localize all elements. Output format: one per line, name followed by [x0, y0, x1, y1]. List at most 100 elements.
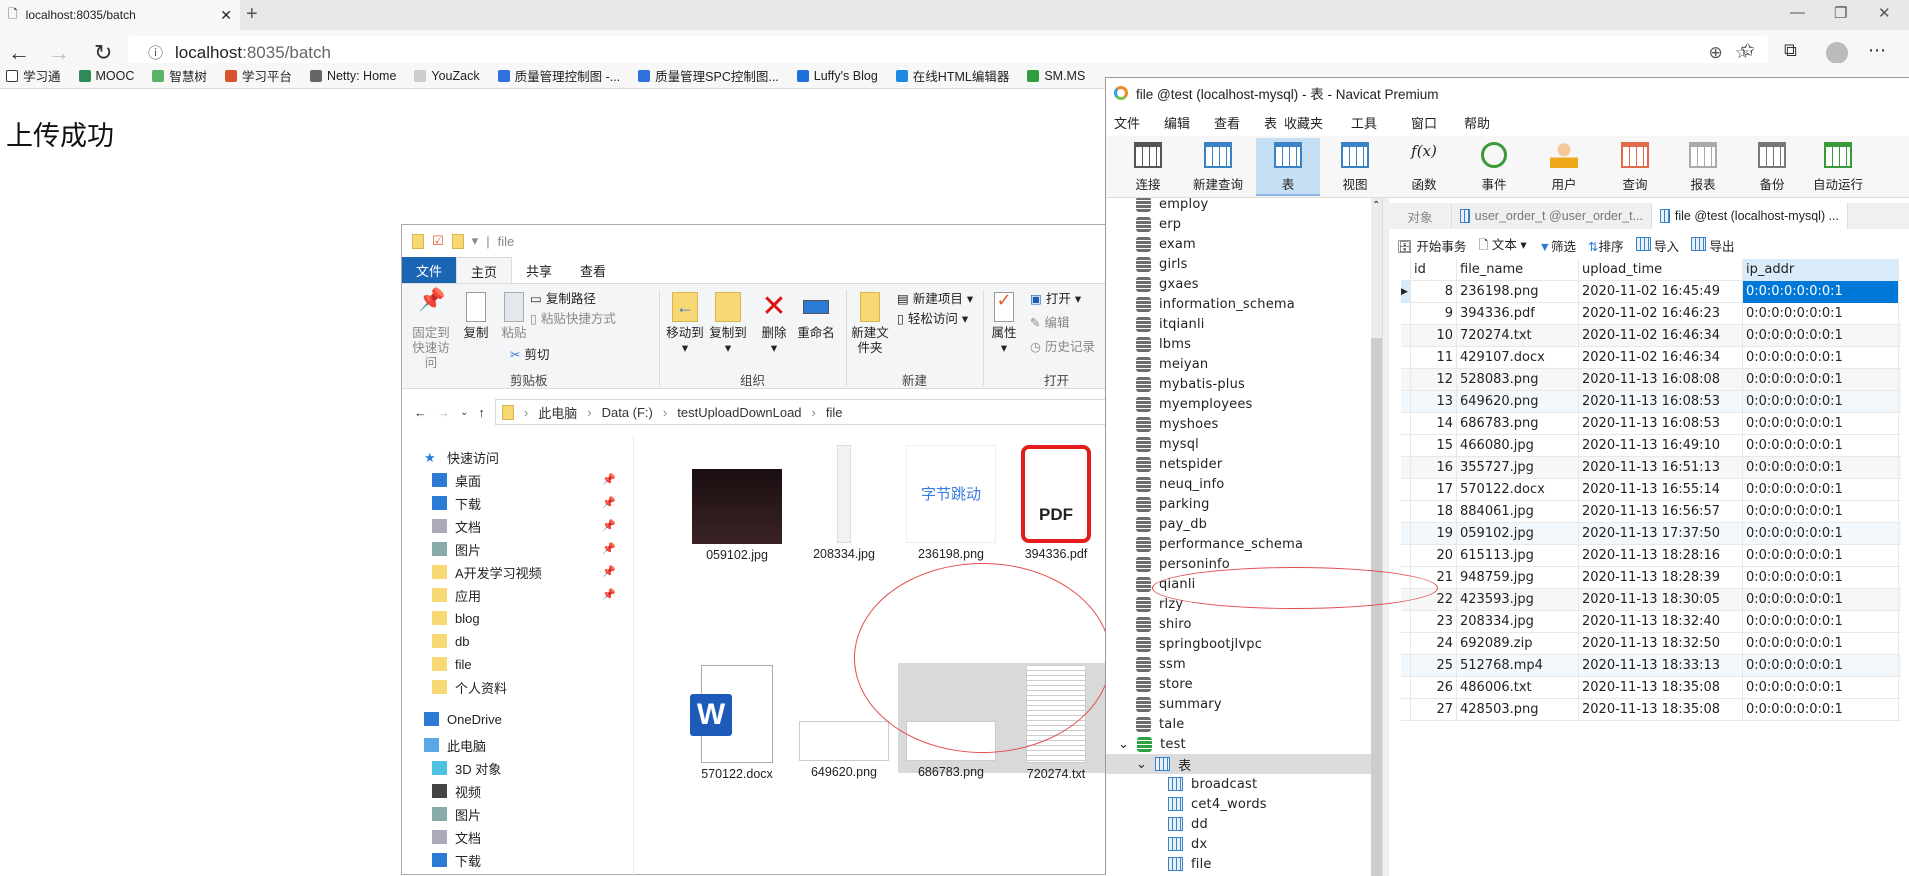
- begin-transaction-button[interactable]: 🗄 开始事务: [1397, 236, 1466, 255]
- zoom-icon[interactable]: ⊕: [1709, 43, 1723, 63]
- cell-id[interactable]: 19: [1411, 522, 1457, 545]
- cell-file_name[interactable]: 236198.png: [1457, 280, 1579, 303]
- column-header-id[interactable]: id: [1411, 258, 1457, 281]
- nav-item-db[interactable]: db: [432, 631, 469, 651]
- tree-table-cet4_words[interactable]: cet4_words: [1168, 794, 1267, 814]
- toolbar-function-button[interactable]: f(x) 函数: [1392, 138, 1456, 196]
- cell-id[interactable]: 25: [1411, 654, 1457, 677]
- cell-upload_time[interactable]: 2020-11-13 17:37:50: [1579, 522, 1743, 545]
- toolbar-user-button[interactable]: 用户: [1532, 138, 1596, 196]
- bookmark-item[interactable]: YouZack: [414, 69, 480, 83]
- table-row[interactable]: 19 059102.jpg 2020-11-13 17:37:50 0:0:0:0:0…: [1401, 522, 1901, 545]
- cell-upload_time[interactable]: 2020-11-02 16:46:23: [1579, 302, 1743, 325]
- properties-button[interactable]: ✓ 属性 ▾: [988, 291, 1020, 356]
- cell-id[interactable]: 27: [1411, 698, 1457, 721]
- tree-database-girls[interactable]: girls: [1136, 254, 1188, 274]
- table-row[interactable]: 20 615113.jpg 2020-11-13 18:28:16 0:0:0:0:0…: [1401, 544, 1901, 567]
- cell-file_name[interactable]: 649620.png: [1457, 390, 1579, 413]
- tree-database-lbms[interactable]: lbms: [1136, 334, 1191, 354]
- bookmark-item[interactable]: MOOC: [78, 69, 134, 83]
- minimize-icon[interactable]: —: [1790, 4, 1805, 21]
- nav-item-blog[interactable]: blog: [432, 608, 480, 628]
- menu-帮助[interactable]: 帮助: [1464, 113, 1490, 132]
- tab-file-table[interactable]: file @test (localhost-mysql) ...: [1652, 203, 1848, 229]
- nav-item-OneDrive[interactable]: OneDrive: [424, 709, 502, 729]
- close-tab-icon[interactable]: ✕: [220, 7, 232, 24]
- nav-item-应用[interactable]: 应用: [432, 585, 481, 605]
- cell-ip_addr[interactable]: 0:0:0:0:0:0:0:1: [1743, 368, 1899, 391]
- import-button[interactable]: 导入: [1635, 236, 1679, 255]
- paste-shortcut-button[interactable]: ▯ 粘贴快捷方式: [530, 312, 616, 327]
- history-button[interactable]: ◷ 历史记录: [1030, 340, 1095, 355]
- bookmark-item[interactable]: 在线HTML编辑器: [895, 66, 1009, 85]
- bookmark-item[interactable]: SM.MS: [1027, 69, 1085, 83]
- cell-id[interactable]: 9: [1411, 302, 1457, 325]
- table-row[interactable]: 27 428503.png 2020-11-13 18:35:08 0:0:0:0:0…: [1401, 698, 1901, 721]
- cell-file_name[interactable]: 720274.txt: [1457, 324, 1579, 347]
- up-icon[interactable]: ↑: [478, 405, 485, 420]
- cell-ip_addr[interactable]: 0:0:0:0:0:0:0:1: [1743, 588, 1899, 611]
- ribbon-tab-view[interactable]: 查看: [566, 257, 620, 283]
- cell-ip_addr[interactable]: 0:0:0:0:0:0:0:1: [1743, 632, 1899, 655]
- tree-database-employ[interactable]: employ: [1136, 198, 1208, 214]
- bookmark-item[interactable]: 质量管理控制图 -...: [497, 66, 620, 85]
- browser-tab[interactable]: 🗋 localhost:8035/batch ✕: [0, 0, 240, 30]
- cell-upload_time[interactable]: 2020-11-13 18:28:39: [1579, 566, 1743, 589]
- tree-database-performance_schema[interactable]: performance_schema: [1136, 534, 1303, 554]
- copy-to-button[interactable]: 复制到 ▾: [707, 292, 749, 356]
- nav-item-个人资料[interactable]: 个人资料: [432, 677, 507, 697]
- tree-database-parking[interactable]: parking: [1136, 494, 1210, 514]
- cell-upload_time[interactable]: 2020-11-02 16:46:34: [1579, 346, 1743, 369]
- nav-item-图片[interactable]: 图片: [432, 804, 481, 824]
- copy-button[interactable]: 复制: [460, 292, 492, 341]
- info-icon[interactable]: ⓘ: [148, 42, 163, 63]
- cell-ip_addr[interactable]: 0:0:0:0:0:0:0:1: [1743, 544, 1899, 567]
- menu-工具[interactable]: 工具: [1351, 113, 1377, 132]
- tree-database-ssm[interactable]: ssm: [1136, 654, 1186, 674]
- cell-file_name[interactable]: 059102.jpg: [1457, 522, 1579, 545]
- breadcrumb-item[interactable]: file: [826, 405, 843, 420]
- toolbar-view-button[interactable]: 视图: [1323, 138, 1387, 196]
- table-row[interactable]: 9 394336.pdf 2020-11-02 16:46:23 0:0:0:0:0:…: [1401, 302, 1901, 325]
- ribbon-tab-share[interactable]: 共享: [512, 257, 566, 283]
- toolbar-query-button[interactable]: 查询: [1603, 138, 1667, 196]
- cell-upload_time[interactable]: 2020-11-13 18:35:08: [1579, 698, 1743, 721]
- breadcrumb-item[interactable]: testUploadDownLoad: [677, 405, 801, 420]
- cell-upload_time[interactable]: 2020-11-13 18:32:40: [1579, 610, 1743, 633]
- recent-locations-icon[interactable]: ⌄: [460, 407, 468, 418]
- cell-ip_addr[interactable]: 0:0:0:0:0:0:0:1: [1743, 302, 1899, 325]
- ribbon-tab-file[interactable]: 文件: [402, 257, 457, 283]
- ribbon-tab-home[interactable]: 主页: [456, 257, 513, 283]
- text-button[interactable]: 🗋 文本 ▾: [1478, 234, 1526, 257]
- tree-database-summary[interactable]: summary: [1136, 694, 1222, 714]
- cell-id[interactable]: 23: [1411, 610, 1457, 633]
- cell-file_name[interactable]: 686783.png: [1457, 412, 1579, 435]
- cell-upload_time[interactable]: 2020-11-13 18:28:16: [1579, 544, 1743, 567]
- cell-file_name[interactable]: 429107.docx: [1457, 346, 1579, 369]
- table-row[interactable]: 17 570122.docx 2020-11-13 16:55:14 0:0:0:0:…: [1401, 478, 1901, 501]
- cell-ip_addr[interactable]: 0:0:0:0:0:0:0:1: [1743, 434, 1899, 457]
- quick-access-dropdown-icon[interactable]: ▾: [472, 233, 479, 249]
- file-item[interactable]: 字节跳动 236198.png: [898, 443, 1004, 561]
- tree-database-myemployees[interactable]: myemployees: [1136, 394, 1253, 414]
- nav-item-此电脑[interactable]: 此电脑: [424, 735, 486, 755]
- cell-upload_time[interactable]: 2020-11-13 16:56:57: [1579, 500, 1743, 523]
- forward-icon[interactable]: →: [437, 405, 450, 420]
- tree-database-itqianli[interactable]: itqianli: [1136, 314, 1205, 334]
- cell-upload_time[interactable]: 2020-11-13 16:08:53: [1579, 412, 1743, 435]
- toolbar-event-button[interactable]: 事件: [1462, 138, 1526, 196]
- nav-item-视频[interactable]: 视频: [432, 781, 481, 801]
- tree-database-store[interactable]: store: [1136, 674, 1193, 694]
- new-folder-button[interactable]: 新建文件夹: [850, 292, 890, 356]
- file-item[interactable]: 208334.jpg: [791, 443, 897, 561]
- cell-file_name[interactable]: 528083.png: [1457, 368, 1579, 391]
- nav-item-文档[interactable]: 文档: [432, 827, 481, 847]
- tree-database-erp[interactable]: erp: [1136, 214, 1181, 234]
- cell-file_name[interactable]: 615113.jpg: [1457, 544, 1579, 567]
- cell-file_name[interactable]: 692089.zip: [1457, 632, 1579, 655]
- collections-icon[interactable]: ⧉: [1784, 40, 1797, 61]
- export-button[interactable]: 导出: [1691, 236, 1735, 255]
- cell-upload_time[interactable]: 2020-11-13 16:55:14: [1579, 478, 1743, 501]
- cell-file_name[interactable]: 466080.jpg: [1457, 434, 1579, 457]
- cell-ip_addr[interactable]: 0:0:0:0:0:0:0:1: [1743, 346, 1899, 369]
